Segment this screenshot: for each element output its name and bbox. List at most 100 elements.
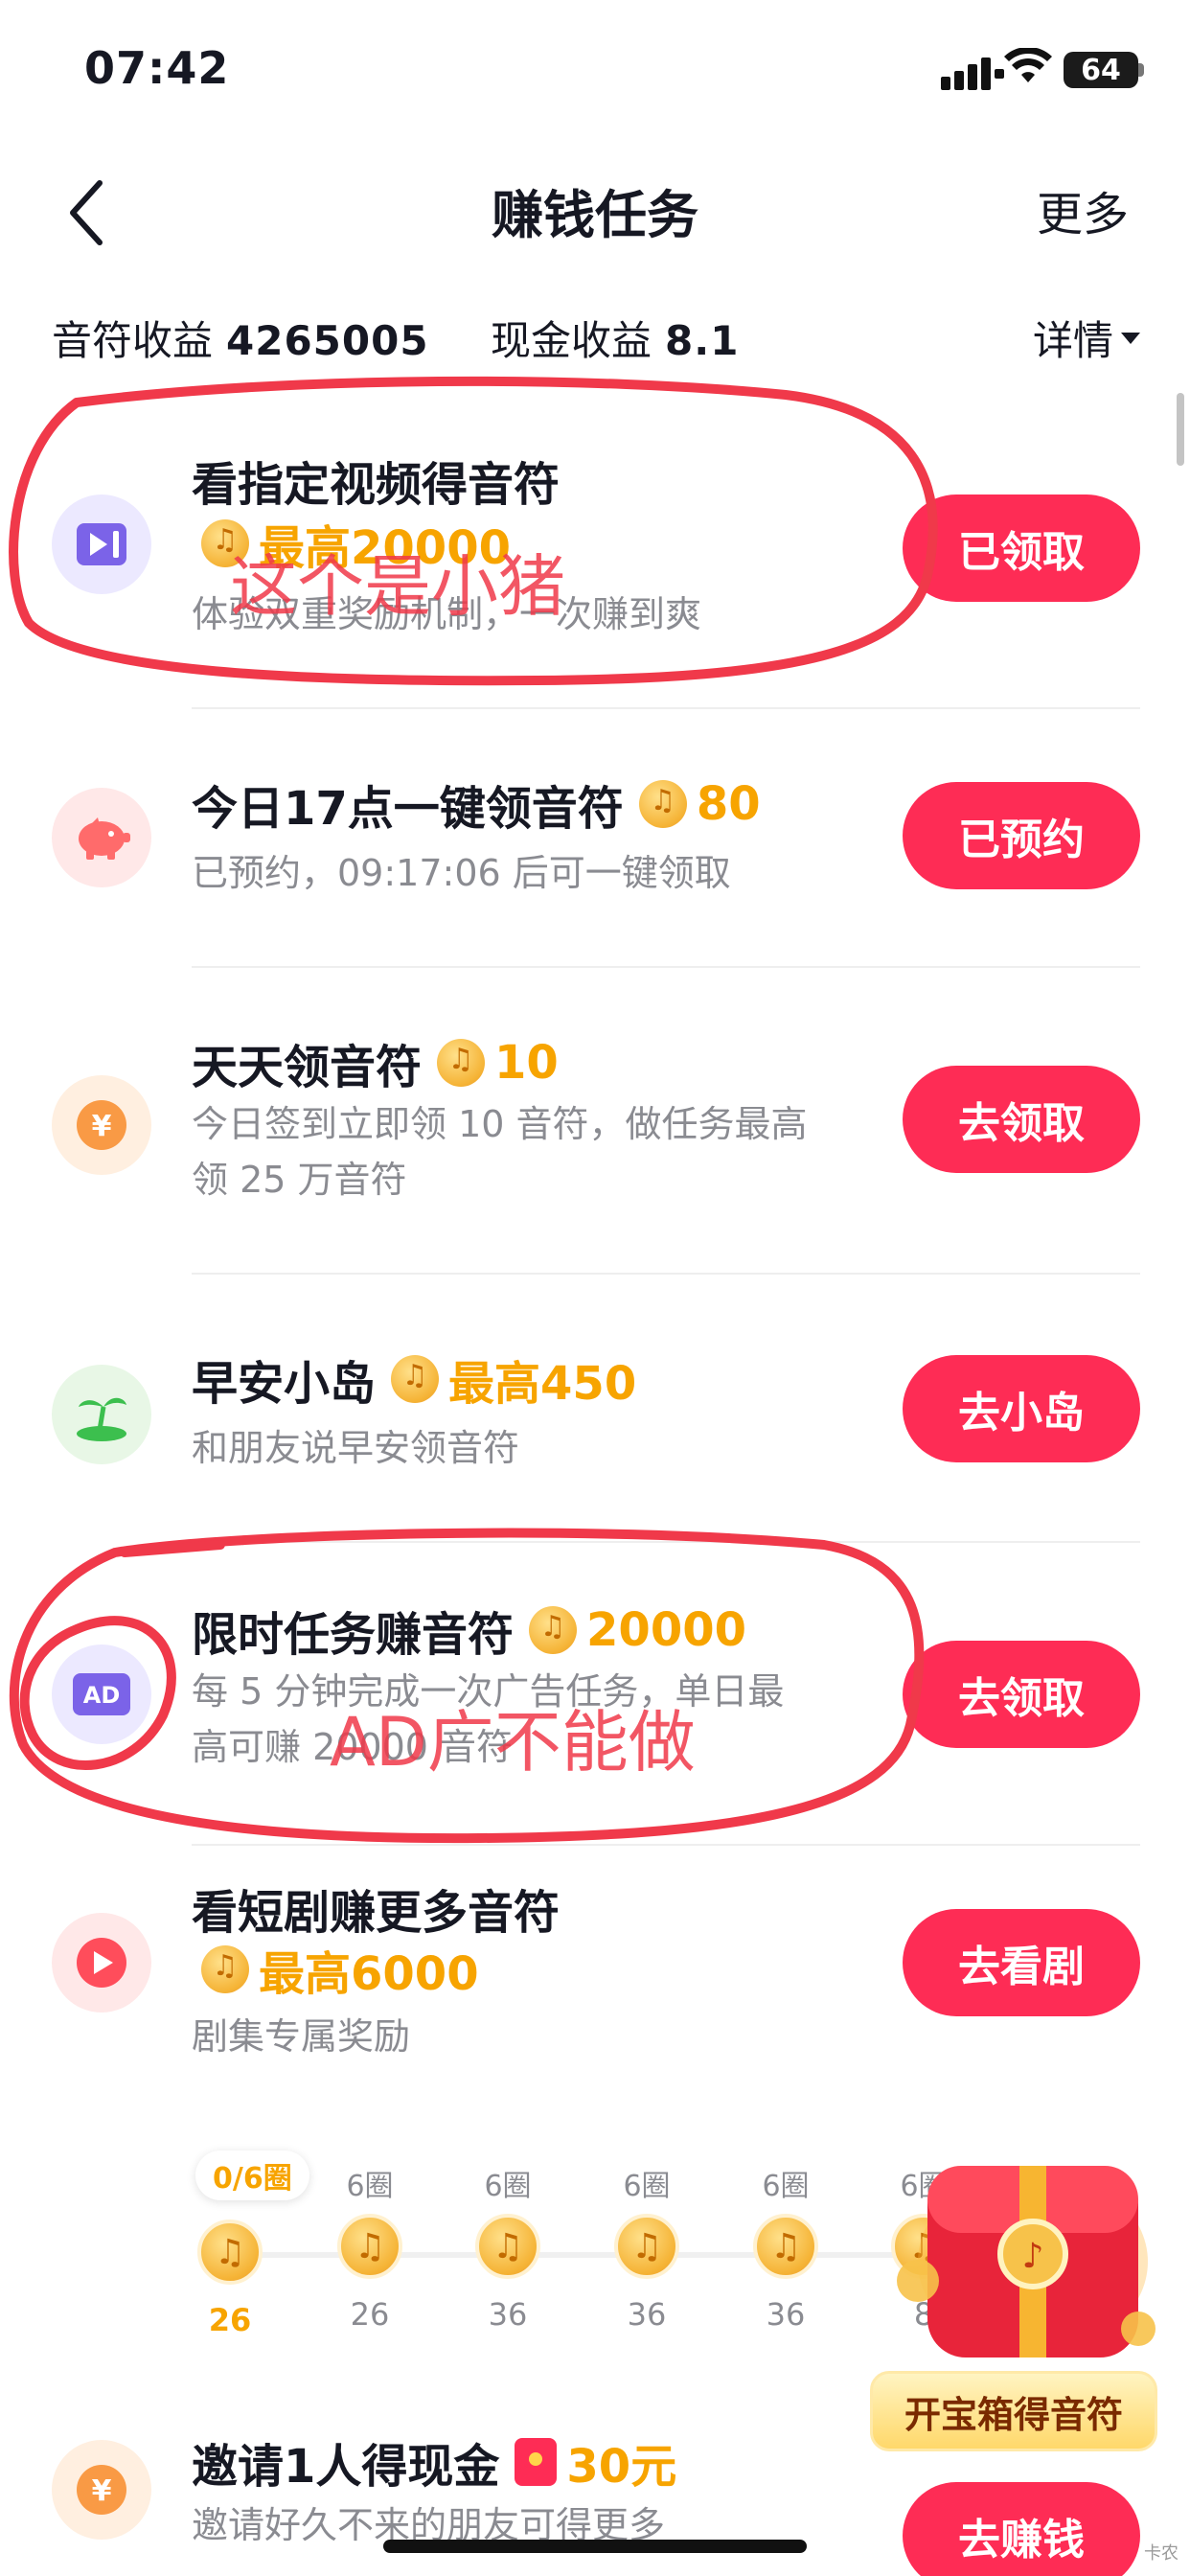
chevron-left-icon <box>70 180 103 245</box>
divider <box>192 1273 1140 1275</box>
details-dropdown[interactable]: 详情 <box>1033 309 1142 367</box>
progress-step-label: 6圈 <box>484 2170 532 2203</box>
more-button[interactable]: 更多 <box>1037 176 1129 243</box>
task-action-button[interactable]: 去小岛 <box>903 1355 1140 1462</box>
task-description: 已预约，09:17:06 后可一键领取 <box>192 852 731 894</box>
task-action-button[interactable]: 去领取 <box>903 1066 1140 1173</box>
ad-icon-text: AD <box>83 1682 121 1709</box>
task-title-text: 邀请1人得现金 <box>192 2440 500 2494</box>
music-coin-icon <box>197 2220 263 2285</box>
divider <box>192 1541 1140 1543</box>
task-reward: 30元 <box>515 2428 676 2496</box>
task-description: 体验双重奖励机制，一次赚到爽 <box>192 593 702 635</box>
wifi-icon <box>1004 48 1052 82</box>
music-coin-icon <box>201 1945 249 1993</box>
task-action-button[interactable]: 去看剧 <box>903 1909 1140 2016</box>
music-coin-icon <box>529 1606 578 1654</box>
task-description-line: 每 5 分钟完成一次广告任务，单日最 <box>192 1670 785 1713</box>
yen-coin-icon: ¥ <box>52 2440 151 2540</box>
divider <box>192 966 1140 968</box>
piggy-bank-icon <box>52 788 151 887</box>
progress-step: 26 <box>172 2174 287 2338</box>
status-time: 07:42 <box>84 42 230 94</box>
task-item: 今日17点一键领音符 80 已预约，09:17:06 后可一键领取 已预约 <box>0 728 1190 949</box>
task-title: 天天领音符 10 <box>192 1029 559 1096</box>
back-button[interactable] <box>57 174 115 251</box>
progress-step: 6圈 26 <box>312 2168 427 2333</box>
task-reward-value: 30元 <box>566 2440 677 2494</box>
task-title: 早安小岛 最高450 <box>192 1346 636 1413</box>
page-title: 赚钱任务 <box>492 185 698 245</box>
task-action-button[interactable]: 已领取 <box>903 494 1140 602</box>
task-title-text: 早安小岛 <box>192 1357 377 1411</box>
progress-step-label: 6圈 <box>762 2170 810 2203</box>
task-title-text: 限时任务赚音符 <box>192 1608 515 1662</box>
music-coin-icon <box>614 2214 679 2279</box>
task-item: 看短剧赚更多音符 最高6000 剧集专属奖励 去看剧 <box>0 1865 1190 2152</box>
task-title: 邀请1人得现金 30元 <box>192 2428 676 2496</box>
task-reward: 最高20000 <box>201 510 511 577</box>
svg-text:♪: ♪ <box>1022 2237 1044 2276</box>
task-description: 剧集专属奖励 <box>192 2015 411 2058</box>
task-title-text: 天天领音符 <box>192 1041 423 1094</box>
task-item: 看指定视频得音符 最高20000 体验双重奖励机制，一次赚到爽 已领取 <box>0 422 1190 700</box>
music-coin-icon <box>475 2214 540 2279</box>
progress-step: 6圈 36 <box>728 2168 843 2333</box>
task-reward-value: 最高450 <box>448 1357 637 1411</box>
task-reward-value: 最高20000 <box>259 521 511 575</box>
short-drama-icon <box>52 1913 151 2012</box>
divider <box>192 1844 1140 1846</box>
cash-earnings: 现金收益 8.1 <box>491 309 739 367</box>
nav-bar: 赚钱任务 更多 <box>0 163 1190 259</box>
task-reward-value: 80 <box>696 777 761 831</box>
task-title-text: 今日17点一键领音符 <box>192 782 624 836</box>
task-action-button[interactable]: 去赚钱 <box>903 2482 1140 2576</box>
progress-step-label: 6圈 <box>346 2170 394 2203</box>
status-bar: 07:42 64 <box>0 0 1190 144</box>
music-coin-icon <box>337 2214 402 2279</box>
progress-step-label <box>172 2174 287 2212</box>
task-reward: 最高6000 <box>201 1936 479 2003</box>
progress-step: 6圈 36 <box>450 2168 565 2333</box>
watermark: 卡农 <box>1144 2543 1179 2564</box>
task-title: 看短剧赚更多音符 <box>192 1886 561 1940</box>
cash-earnings-value: 8.1 <box>665 317 740 364</box>
task-title: 限时任务赚音符 20000 <box>192 1597 746 1664</box>
caret-down-icon <box>1121 332 1140 344</box>
progress-step-value: 36 <box>766 2296 806 2333</box>
music-coin-icon <box>638 780 687 828</box>
task-reward-value: 最高6000 <box>259 1947 479 2001</box>
progress-step-value: 26 <box>208 2302 252 2338</box>
task-item: AD 限时任务赚音符 20000 每 5 分钟完成一次广告任务，单日最 高可赚 … <box>0 1562 1190 1830</box>
task-item: 早安小岛 最高450 和朋友说早安领音符 去小岛 <box>0 1294 1190 1533</box>
cash-earnings-label: 现金收益 <box>491 317 652 364</box>
notes-earnings: 音符收益 4265005 <box>52 309 429 367</box>
battery-icon: 64 <box>1064 52 1138 88</box>
notes-earnings-value: 4265005 <box>226 317 429 364</box>
video-play-icon <box>52 494 151 594</box>
music-coin-icon <box>201 519 249 567</box>
task-reward-value: 10 <box>494 1036 559 1090</box>
earnings-summary: 音符收益 4265005 现金收益 8.1 详情 <box>0 297 1190 374</box>
task-reward: 最高450 <box>391 1346 636 1413</box>
music-coin-icon <box>391 1355 440 1403</box>
task-description-line: 今日签到立即领 10 音符，做任务最高 <box>192 1103 808 1145</box>
task-action-button[interactable]: 去领取 <box>903 1641 1140 1748</box>
task-action-button[interactable]: 已预约 <box>903 782 1140 889</box>
divider <box>192 707 1140 709</box>
task-title: 今日17点一键领音符 80 <box>192 770 761 838</box>
progress-step-value: 36 <box>627 2296 667 2333</box>
music-coin-icon <box>753 2214 818 2279</box>
island-icon <box>52 1365 151 1464</box>
task-reward-value: 20000 <box>586 1603 747 1657</box>
task-reward: 20000 <box>529 1603 746 1657</box>
progress-step-label: 6圈 <box>623 2170 671 2203</box>
task-description-line: 领 25 万音符 <box>192 1159 407 1201</box>
battery-cap <box>1138 63 1144 77</box>
music-coin-icon <box>437 1039 486 1087</box>
home-indicator <box>383 2540 807 2553</box>
task-item: ¥ 天天领音符 10 今日签到立即领 10 音符，做任务最高 领 25 万音符 … <box>0 987 1190 1265</box>
details-label: 详情 <box>1032 317 1113 364</box>
cellular-signal-icon <box>941 58 1004 90</box>
task-reward: 10 <box>437 1036 559 1090</box>
